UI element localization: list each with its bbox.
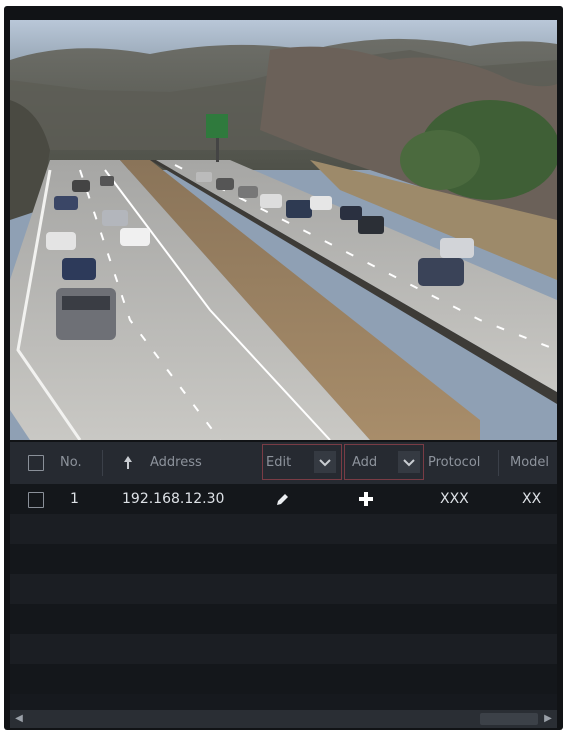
edit-chevron-down-icon[interactable] <box>314 451 336 473</box>
empty-row <box>10 514 557 544</box>
column-add[interactable]: Add <box>352 442 377 484</box>
row-checkbox[interactable] <box>28 492 44 508</box>
empty-row <box>10 634 557 664</box>
row-model: XX <box>522 491 542 507</box>
empty-row <box>10 604 557 634</box>
device-panel: No. Address Edit Add Protocol Model 1 19… <box>4 6 563 730</box>
column-edit[interactable]: Edit <box>266 442 291 484</box>
column-address[interactable]: Address <box>150 442 202 484</box>
empty-row <box>10 664 557 694</box>
highway-scene <box>10 20 557 440</box>
column-divider <box>102 450 103 476</box>
empty-row <box>10 544 557 574</box>
add-chevron-down-icon[interactable] <box>398 451 420 473</box>
device-table: No. Address Edit Add Protocol Model 1 19… <box>10 442 557 710</box>
empty-row <box>10 574 557 604</box>
row-number: 1 <box>70 491 79 507</box>
column-protocol[interactable]: Protocol <box>428 442 480 484</box>
column-divider <box>498 450 499 476</box>
scroll-left-icon[interactable]: ◀ <box>12 712 26 726</box>
camera-feed[interactable] <box>10 20 557 440</box>
select-all-checkbox[interactable] <box>28 455 44 471</box>
column-model[interactable]: Model <box>510 442 549 484</box>
table-row[interactable]: 1 192.168.12.30 XXX XX <box>10 484 557 514</box>
horizontal-scrollbar[interactable]: ◀ ▶ <box>10 710 557 728</box>
pencil-icon[interactable] <box>274 484 290 514</box>
column-number[interactable]: No. <box>60 442 82 484</box>
row-protocol: XXX <box>440 491 469 507</box>
scroll-thumb[interactable] <box>480 713 538 725</box>
row-address: 192.168.12.30 <box>122 491 225 507</box>
table-header: No. Address Edit Add Protocol Model <box>10 442 557 484</box>
plus-icon[interactable] <box>358 484 374 514</box>
scroll-right-icon[interactable]: ▶ <box>541 712 555 726</box>
sort-arrow-icon[interactable] <box>122 442 134 484</box>
